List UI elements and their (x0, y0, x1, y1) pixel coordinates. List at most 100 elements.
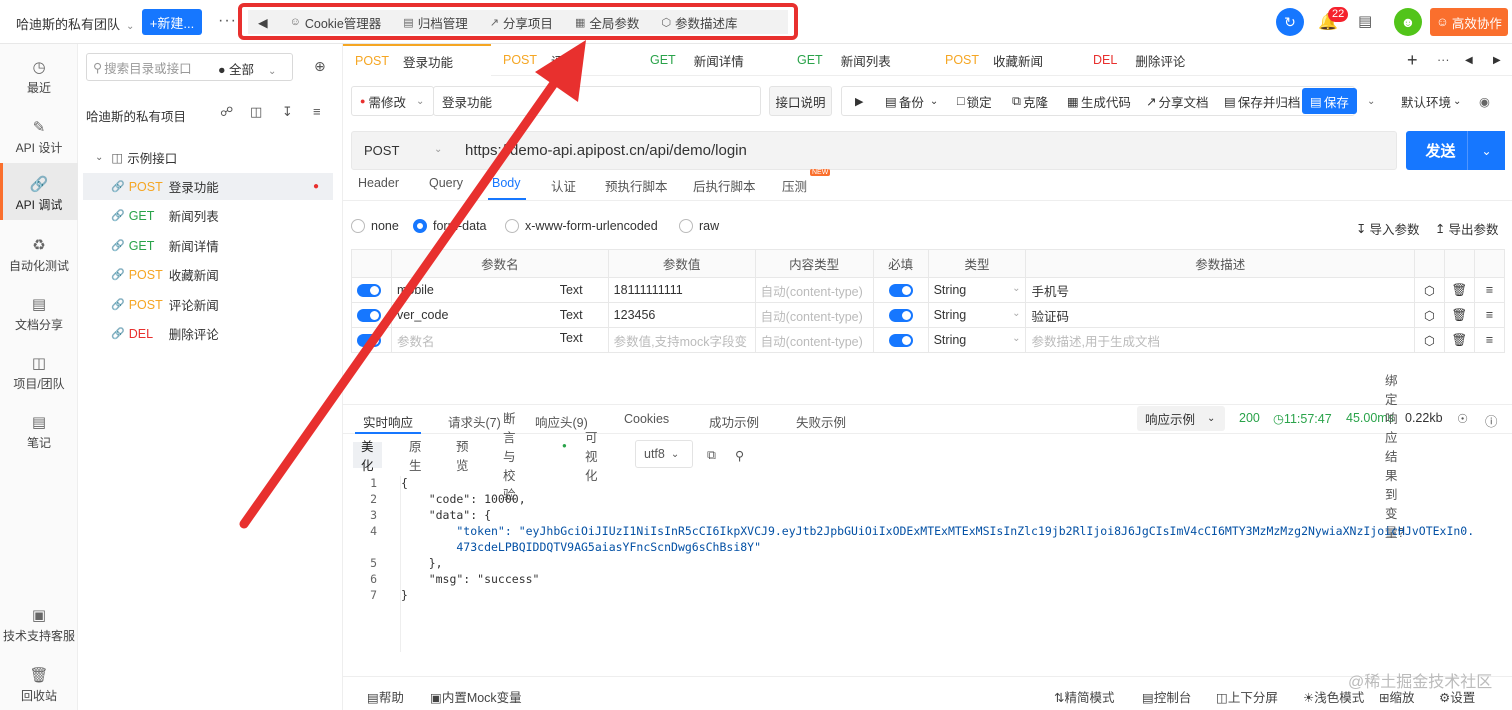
collab-button[interactable]: ☺ 高效协作 (1430, 8, 1508, 36)
next-tab-icon[interactable]: ▶ (1493, 44, 1501, 76)
env-select[interactable]: 默认环境 ⌄ (1401, 86, 1461, 116)
tree-item[interactable]: 🔗 GET 新闻详情 (83, 232, 333, 259)
avatar[interactable]: ☻ (1394, 8, 1422, 36)
drag-handle-icon[interactable]: ≡ (1473, 302, 1506, 328)
backup-button[interactable]: ▤ 备份 ⌄ (885, 86, 938, 116)
run-icon[interactable]: ▶ (855, 86, 863, 116)
tab-login[interactable]: POST 登录功能 (343, 44, 491, 76)
drag-handle-icon[interactable]: ≡ (1473, 327, 1506, 353)
tree-folder[interactable]: ⌄ ◫ 示例接口 (83, 144, 333, 171)
sync-icon[interactable]: ↻ (1276, 8, 1304, 36)
radio-raw[interactable]: raw (679, 219, 719, 233)
rail-item-automation[interactable]: ♻ 自动化测试 (0, 236, 78, 280)
value-cell[interactable]: 18111111111 (607, 277, 756, 303)
enable-toggle[interactable] (357, 284, 381, 298)
new-button[interactable]: +新建... (142, 9, 202, 35)
rail-item-support[interactable]: ▣ 技术支持客服 (0, 606, 78, 650)
cube-icon[interactable]: ⬡ (1413, 277, 1445, 303)
tab-news-detail[interactable]: GET 新闻详情 (650, 44, 744, 76)
tab-success-example[interactable]: 成功示例 (709, 412, 759, 431)
view-preview[interactable]: 预览 (448, 440, 477, 473)
console-button[interactable]: ▤控制台 (1142, 687, 1191, 706)
tab-live-response[interactable]: 实时响应 (363, 412, 413, 431)
share-doc-button[interactable]: ↗ 分享文档 (1146, 86, 1209, 116)
field-type[interactable]: Text (560, 331, 583, 345)
encoding-select[interactable]: utf8 ⌄ (635, 440, 693, 468)
more-button[interactable]: ··· (218, 12, 237, 30)
url-input[interactable]: https://demo-api.apipost.cn/api/demo/log… (465, 142, 747, 159)
view-assertion[interactable]: 断言与校验 (495, 412, 524, 502)
gen-code-button[interactable]: ▦ 生成代码 (1067, 86, 1131, 116)
view-visual[interactable]: 可视化 (577, 431, 606, 483)
status-select[interactable]: ● 需修改 ⌄ (351, 86, 434, 116)
cube-icon[interactable]: ⬡ (1413, 327, 1445, 353)
tab-response-headers[interactable]: 响应头(9) (535, 412, 588, 431)
rail-item-project-team[interactable]: ◫ 项目/团队 (0, 354, 78, 398)
tab-cookies[interactable]: Cookies (624, 412, 669, 426)
tree-item[interactable]: 🔗 POST 收藏新闻 (83, 261, 333, 288)
rail-item-api-debug[interactable]: 🔗 API 调试 (0, 163, 78, 220)
team-selector[interactable]: 哈迪斯的私有团队 ⌄ (16, 14, 134, 33)
type-cell[interactable]: String ⌄ (927, 327, 1027, 353)
desc-cell[interactable]: 验证码 (1025, 302, 1415, 328)
subtab-load-test[interactable]: 压测 (782, 176, 807, 195)
clone-button[interactable]: ⧉ 克隆 (1012, 86, 1048, 116)
tab-request-headers[interactable]: 请求头(7) (448, 412, 501, 431)
bind-variable-link[interactable]: 绑定响应结果到变量? (1377, 374, 1412, 540)
save-button[interactable]: ▤ 保存 (1302, 88, 1357, 114)
content-type-cell[interactable]: 自动(content-type) (754, 277, 874, 303)
value-cell[interactable]: 123456 (607, 302, 756, 328)
new-folder-icon[interactable]: ◫ (250, 104, 262, 120)
request-name-input[interactable]: 登录功能 (433, 86, 761, 116)
download-icon[interactable]: ↧ (282, 104, 293, 120)
tab-favorite-news[interactable]: POST 收藏新闻 (945, 44, 1043, 76)
document-icon[interactable]: ▤ (1358, 12, 1372, 30)
api-desc-button[interactable]: 接口说明 (769, 86, 832, 116)
method-select[interactable]: POST (364, 143, 399, 158)
subtab-pre-script[interactable]: 预执行脚本 (605, 176, 668, 195)
tree-item[interactable]: 🔗 POST 登录功能 ● (83, 173, 333, 200)
name-cell[interactable]: mobile Text (390, 277, 609, 303)
trash-icon[interactable]: 🗑 (1443, 277, 1475, 303)
required-toggle[interactable] (888, 309, 913, 323)
save-archive-button[interactable]: ▤ 保存并归档 (1224, 86, 1300, 116)
collapse-all-icon[interactable]: ≡ (313, 104, 321, 119)
type-cell[interactable]: String ⌄ (927, 302, 1027, 328)
field-type[interactable]: Text (560, 308, 583, 322)
tree-item[interactable]: 🔗 DEL 删除评论 (83, 320, 333, 347)
content-type-cell[interactable]: 自动(content-type) (754, 302, 874, 328)
subtab-auth[interactable]: 认证 (551, 176, 576, 195)
tab-delete-comment[interactable]: DEL 删除评论 (1093, 44, 1185, 76)
required-toggle[interactable] (888, 284, 913, 298)
desc-cell[interactable]: 参数描述,用于生成文档 (1025, 327, 1415, 353)
lock-button[interactable]: □ 锁定 (957, 86, 992, 116)
help-button[interactable]: ▤帮助 (367, 687, 404, 706)
enable-toggle[interactable] (357, 334, 381, 348)
rail-item-trash[interactable]: 🗑 回收站 (0, 666, 78, 710)
view-raw[interactable]: 原生 (401, 440, 430, 473)
split-button[interactable]: ◫上下分屏 (1216, 687, 1278, 706)
view-pretty[interactable]: 美化 (353, 440, 382, 473)
prev-tab-icon[interactable]: ◀ (1465, 44, 1473, 76)
drag-handle-icon[interactable]: ≡ (1473, 277, 1506, 303)
rail-item-recent[interactable]: ◷ 最近 (0, 58, 78, 102)
copy-icon[interactable]: ⧉ (699, 442, 724, 468)
globe-icon[interactable]: ☉ (1457, 411, 1468, 426)
trash-icon[interactable]: 🗑 (1443, 327, 1475, 353)
info-icon[interactable]: ⓘ (1485, 411, 1498, 430)
subtab-body[interactable]: Body (492, 176, 521, 190)
chevron-down-icon[interactable]: ⌄ (1467, 131, 1505, 170)
tab-news-list[interactable]: GET 新闻列表 (797, 44, 891, 76)
chevron-down-icon[interactable]: ⌄ (1367, 86, 1375, 116)
tree-item[interactable]: 🔗 GET 新闻列表 (83, 202, 333, 229)
simple-mode-button[interactable]: ⇅精简模式 (1054, 687, 1115, 706)
search-icon[interactable]: ⚲ (727, 442, 752, 468)
field-type[interactable]: Text (560, 283, 583, 297)
cube-icon[interactable]: ⬡ (1413, 302, 1445, 328)
radio-urlencoded[interactable]: x-www-form-urlencoded (505, 219, 658, 233)
rail-item-notes[interactable]: ▤ 笔记 (0, 413, 78, 457)
import-params-button[interactable]: ↧ 导入参数 (1356, 219, 1420, 238)
type-cell[interactable]: String ⌄ (927, 277, 1027, 303)
radio-form-data[interactable]: form-data (413, 219, 487, 233)
scope-select[interactable]: ● 全部 ⌄ (218, 59, 276, 78)
